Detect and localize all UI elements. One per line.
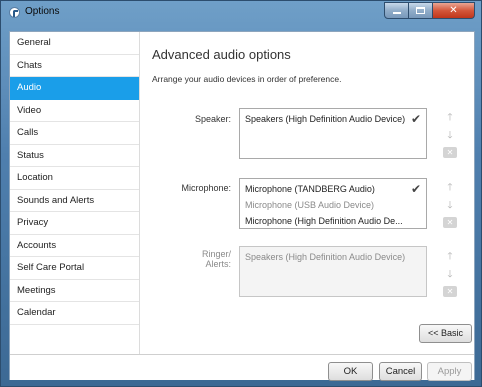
ringer-device-item[interactable]: Speakers (High Definition Audio Device): [240, 249, 426, 265]
checkmark-icon: ✔: [410, 182, 421, 196]
ok-button[interactable]: OK: [328, 362, 373, 381]
sidebar-item-calls[interactable]: Calls: [10, 122, 139, 145]
speaker-device-list[interactable]: Speakers (High Definition Audio Device) …: [239, 108, 427, 159]
sidebar-item-status[interactable]: Status: [10, 145, 139, 167]
apply-button[interactable]: Apply: [427, 362, 472, 381]
sidebar-item-location[interactable]: Location: [10, 167, 139, 190]
backspace-icon[interactable]: ✕: [443, 286, 457, 297]
microphone-label: Microphone:: [181, 183, 231, 193]
microphone-reorder-controls: 🡑 🡓 ✕: [443, 181, 457, 232]
page-subtitle: Arrange your audio devices in order of p…: [152, 74, 342, 84]
arrow-down-icon[interactable]: 🡓: [443, 199, 457, 213]
sidebar-item-audio[interactable]: Audio: [10, 77, 139, 100]
ringer-device-name: Speakers (High Definition Audio Device): [245, 252, 406, 262]
microphone-device-name: Microphone (TANDBERG Audio): [245, 184, 375, 194]
audio-options-panel: Advanced audio options Arrange your audi…: [141, 32, 474, 354]
speaker-device-item[interactable]: Speakers (High Definition Audio Device) …: [240, 111, 426, 127]
options-client-area: General Chats Audio Video Calls Status L…: [9, 31, 475, 381]
ringer-reorder-controls: 🡑 🡓 ✕: [443, 250, 457, 301]
arrow-down-icon[interactable]: 🡓: [443, 268, 457, 282]
window-title: Options: [25, 6, 60, 17]
speaker-reorder-controls: 🡑 🡓 ✕: [443, 111, 457, 162]
backspace-icon[interactable]: ✕: [443, 217, 457, 228]
close-button[interactable]: ✕: [433, 2, 475, 19]
microphone-device-name: Microphone (High Definition Audio De...: [245, 216, 403, 226]
microphone-device-item[interactable]: Microphone (High Definition Audio De...: [240, 213, 426, 229]
dialog-footer: OK Cancel Apply: [10, 354, 474, 381]
microphone-device-list[interactable]: Microphone (TANDBERG Audio) ✔ Microphone…: [239, 178, 427, 229]
sidebar-item-meetings[interactable]: Meetings: [10, 280, 139, 302]
page-title: Advanced audio options: [152, 47, 291, 62]
sidebar-item-video[interactable]: Video: [10, 100, 139, 122]
close-icon: ✕: [449, 5, 458, 16]
options-window: Options ✕ General Chats Audio Video Call…: [0, 0, 482, 387]
arrow-up-icon[interactable]: 🡑: [443, 250, 457, 264]
sidebar-item-chats[interactable]: Chats: [10, 55, 139, 77]
sidebar-item-sounds-and-alerts[interactable]: Sounds and Alerts: [10, 190, 139, 212]
maximize-icon: [416, 7, 425, 14]
checkmark-icon: ✔: [410, 112, 421, 126]
title-bar[interactable]: Options ✕: [1, 1, 481, 25]
ringer-label-line1: Ringer/: [201, 249, 231, 259]
ringer-label-line2: Alerts:: [205, 259, 231, 269]
minimize-icon: [392, 12, 401, 14]
speaker-label: Speaker:: [194, 114, 231, 124]
minimize-button[interactable]: [384, 2, 409, 19]
arrow-up-icon[interactable]: 🡑: [443, 111, 457, 125]
sidebar-item-general[interactable]: General: [10, 32, 139, 55]
speaker-device-name: Speakers (High Definition Audio Device): [245, 114, 406, 124]
sidebar-item-self-care-portal[interactable]: Self Care Portal: [10, 257, 139, 280]
backspace-icon[interactable]: ✕: [443, 147, 457, 158]
arrow-up-icon[interactable]: 🡑: [443, 181, 457, 195]
jabber-app-icon: [9, 7, 20, 18]
sidebar-item-accounts[interactable]: Accounts: [10, 235, 139, 257]
cancel-button[interactable]: Cancel: [379, 362, 422, 381]
ringer-device-list[interactable]: Speakers (High Definition Audio Device): [239, 246, 427, 297]
sidebar-item-calendar[interactable]: Calendar: [10, 302, 139, 325]
microphone-device-item[interactable]: Microphone (TANDBERG Audio) ✔: [240, 181, 426, 197]
sidebar-item-privacy[interactable]: Privacy: [10, 212, 139, 235]
options-sidebar: General Chats Audio Video Calls Status L…: [10, 32, 140, 354]
arrow-down-icon[interactable]: 🡓: [443, 129, 457, 143]
caption-buttons: ✕: [384, 2, 475, 19]
basic-button[interactable]: << Basic: [419, 324, 472, 343]
microphone-device-item[interactable]: Microphone (USB Audio Device): [240, 197, 426, 213]
maximize-button[interactable]: [409, 2, 433, 19]
ringer-alerts-label: Ringer/ Alerts:: [141, 249, 231, 269]
microphone-device-name: Microphone (USB Audio Device): [245, 200, 375, 210]
